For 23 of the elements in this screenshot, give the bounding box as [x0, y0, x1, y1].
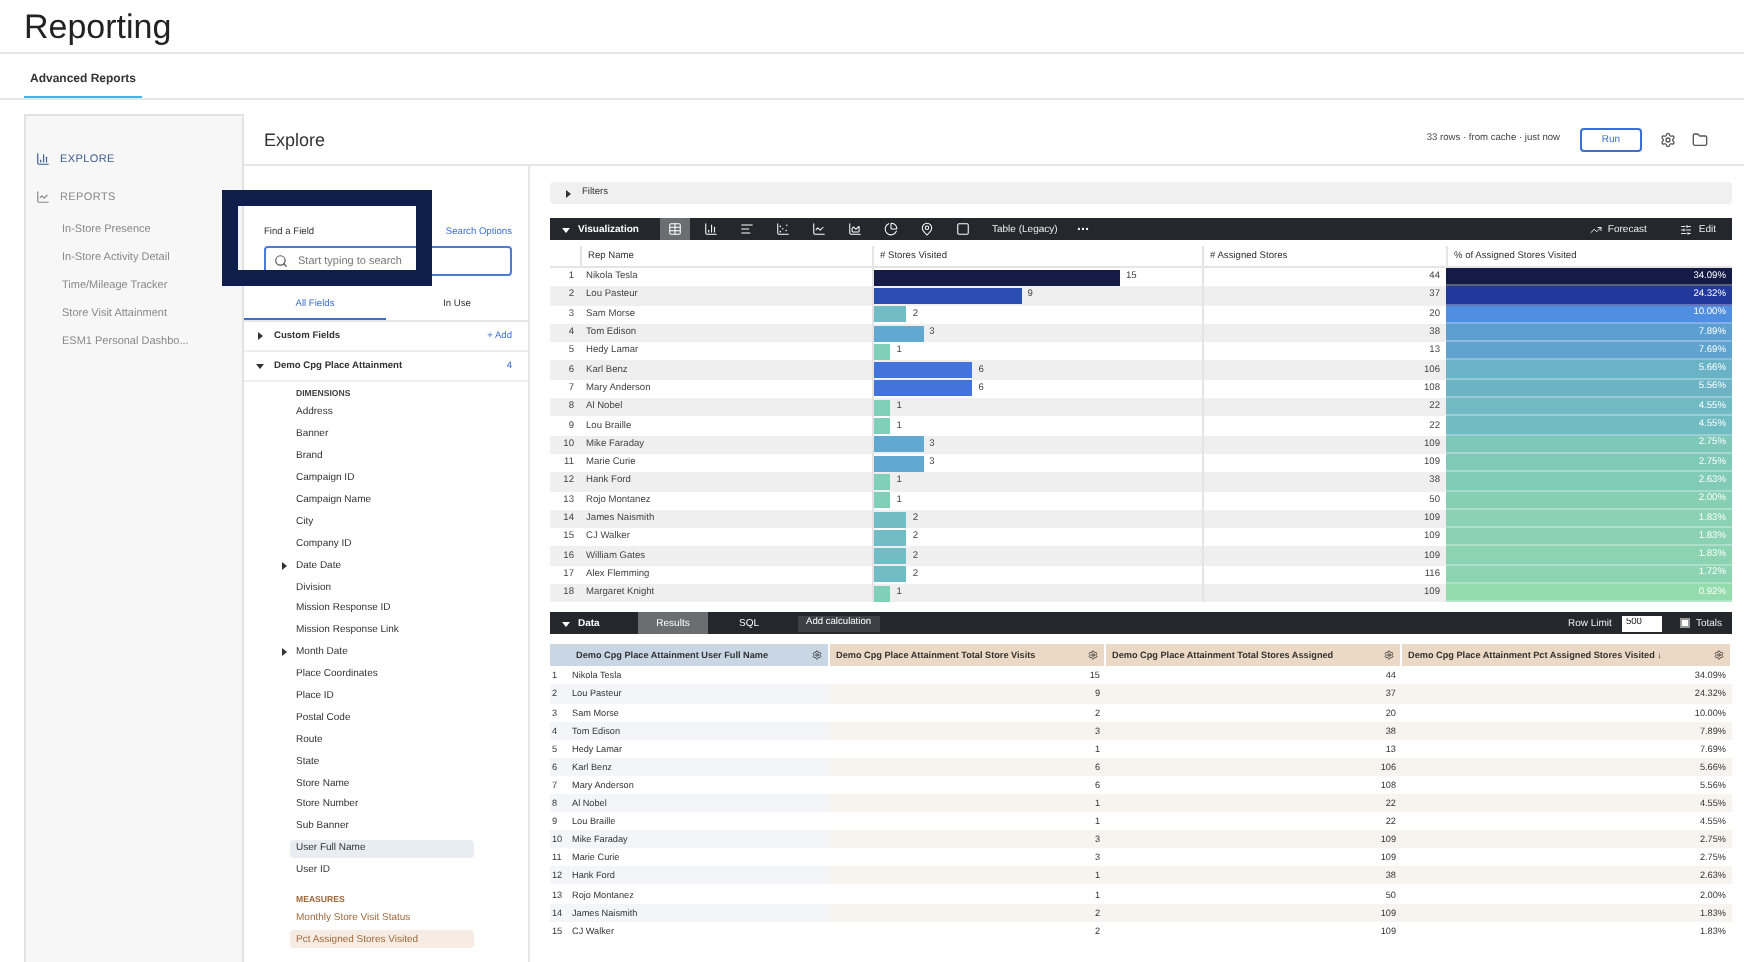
bar-chart-icon [36, 152, 50, 166]
explore-title: Explore [264, 129, 328, 149]
page-title: Reporting [24, 8, 172, 48]
sliders-icon [1680, 223, 1693, 235]
settings-icon[interactable] [812, 650, 822, 661]
more-icon[interactable] [1075, 222, 1090, 236]
caret-icon[interactable] [562, 187, 574, 199]
caret-icon[interactable] [254, 330, 266, 342]
caret-icon[interactable] [254, 360, 266, 372]
caret-icon[interactable] [278, 646, 290, 659]
caret-icon[interactable] [560, 617, 572, 630]
settings-icon[interactable] [1384, 650, 1394, 661]
search-icon [274, 254, 288, 268]
trend-icon [1589, 223, 1602, 235]
table-chart-icon[interactable] [660, 218, 690, 240]
settings-icon[interactable] [1088, 650, 1098, 661]
totals-checkbox[interactable] [1679, 618, 1690, 629]
line-chart-icon [36, 190, 50, 204]
caret-icon[interactable] [560, 223, 572, 235]
folder-icon[interactable] [1692, 131, 1708, 147]
settings-icon[interactable] [1660, 131, 1676, 147]
settings-icon[interactable] [1714, 650, 1724, 661]
caret-icon[interactable] [278, 559, 290, 572]
